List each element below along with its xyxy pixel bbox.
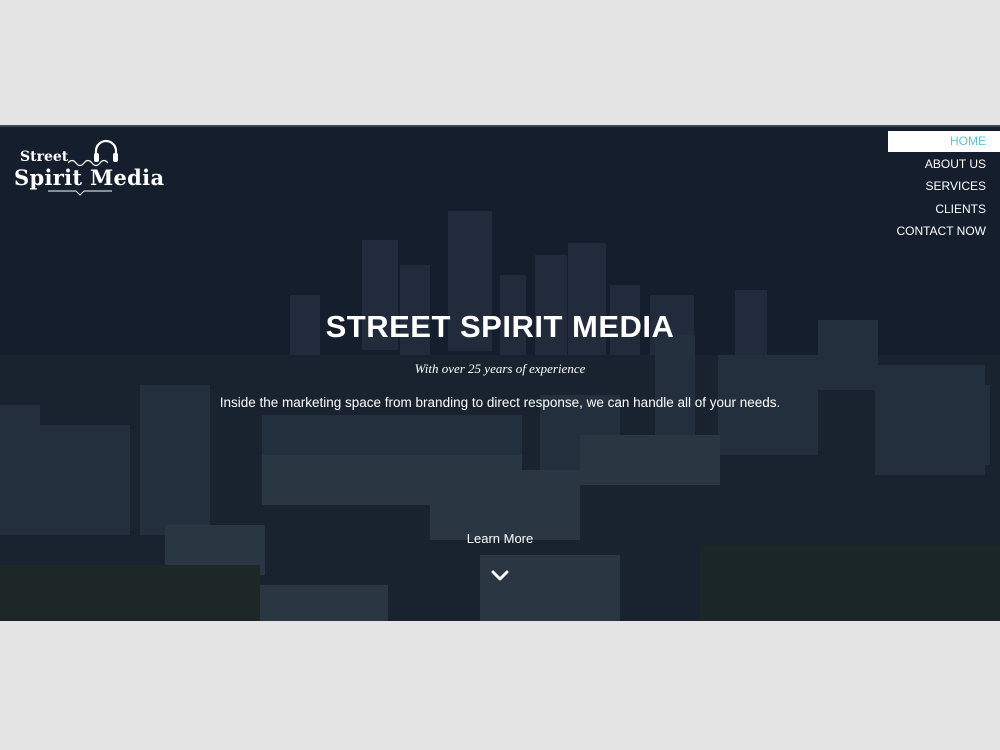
chevron-down-icon[interactable]	[491, 569, 509, 583]
hero-subtitle: With over 25 years of experience	[414, 361, 586, 376]
hero-title: STREET SPIRIT MEDIA	[325, 309, 675, 344]
logo-line-spirit-media: Spirit Media	[14, 165, 165, 190]
nav-item-clients[interactable]: CLIENTS	[888, 199, 1000, 220]
nav-item-about-us[interactable]: ABOUT US	[888, 154, 1000, 175]
logo-line-street: Street	[20, 149, 69, 165]
logo-flourish	[48, 190, 112, 196]
nav-item-home[interactable]: HOME	[888, 131, 1000, 152]
nav-item-services[interactable]: SERVICES	[888, 176, 1000, 197]
main-navigation: HOME ABOUT US SERVICES CLIENTS CONTACT N…	[888, 131, 1000, 244]
hero-description: Inside the marketing space from branding…	[219, 395, 781, 410]
learn-more-link[interactable]: Learn More	[450, 531, 550, 546]
headphones-icon	[94, 139, 118, 162]
nav-item-contact-now[interactable]: CONTACT NOW	[888, 221, 1000, 242]
brand-logo[interactable]: Street Spirit Media	[14, 133, 164, 196]
hero-section: Street Spirit Media HOME ABOUT US SERVIC…	[0, 125, 1000, 621]
hero-top-border	[0, 125, 1000, 127]
